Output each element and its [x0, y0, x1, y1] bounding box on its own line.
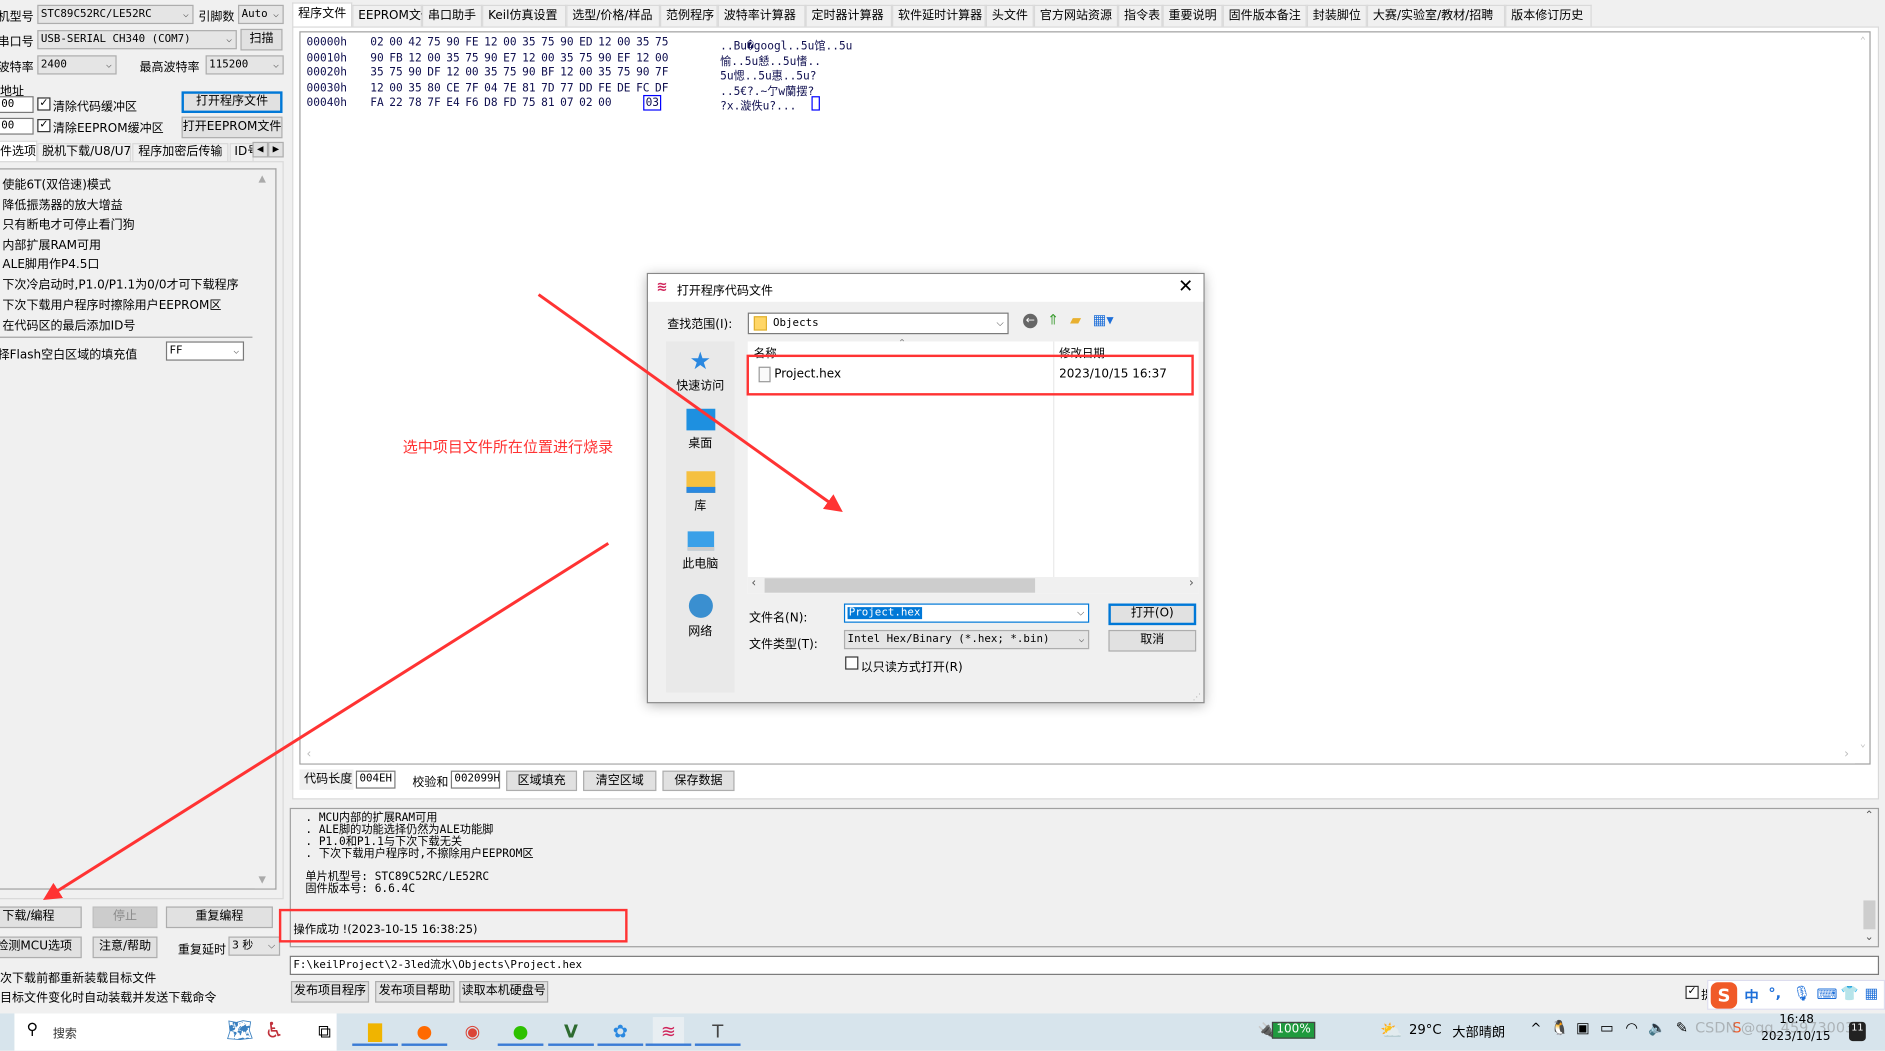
- volume-icon[interactable]: 🔈: [1648, 1019, 1666, 1036]
- file-explorer-icon[interactable]: ▇: [352, 1017, 398, 1046]
- chrome-icon[interactable]: ◉: [457, 1017, 488, 1046]
- taskbar-search[interactable]: ⚲ 搜索 🗺 ♿: [14, 1013, 337, 1051]
- text-app-icon[interactable]: T: [694, 1017, 741, 1046]
- search-icon: ⚲: [26, 1020, 38, 1039]
- weather-desc[interactable]: 大部晴朗: [1452, 1022, 1505, 1041]
- weather-temp[interactable]: 29°C: [1409, 1022, 1442, 1038]
- tray-app-icon[interactable]: ▣: [1576, 1019, 1590, 1036]
- vivado-icon[interactable]: V: [548, 1017, 594, 1046]
- notification-icon[interactable]: 11: [1848, 1021, 1866, 1042]
- wechat-icon[interactable]: ●: [497, 1017, 544, 1046]
- wheelchair-decoration-icon: ♿: [264, 1018, 284, 1044]
- annotation-arrows: [43, 293, 843, 901]
- wifi-icon[interactable]: ◠: [1625, 1019, 1638, 1036]
- arrow-to-download-button: [43, 542, 610, 901]
- firefox-icon[interactable]: ●: [401, 1017, 448, 1046]
- watermark: CSDN @qq_45973003: [1695, 1019, 1855, 1037]
- pen-icon[interactable]: ✎: [1676, 1019, 1688, 1036]
- app-icon[interactable]: ✿: [597, 1017, 644, 1046]
- battery-tray-icon[interactable]: ▭: [1600, 1019, 1614, 1036]
- chevron-up-icon[interactable]: ^: [1530, 1021, 1541, 1037]
- stc-isp-icon[interactable]: ≋: [645, 1017, 692, 1046]
- task-view-icon[interactable]: ⧉: [309, 1017, 340, 1046]
- search-placeholder: 搜索: [52, 1027, 77, 1042]
- battery-indicator[interactable]: 100%: [1271, 1021, 1316, 1039]
- arrow-to-file: [537, 293, 843, 513]
- qq-icon[interactable]: 🐧: [1551, 1019, 1569, 1036]
- weather-icon[interactable]: ⛅: [1380, 1019, 1402, 1041]
- map-decoration-icon: 🗺: [226, 1018, 254, 1044]
